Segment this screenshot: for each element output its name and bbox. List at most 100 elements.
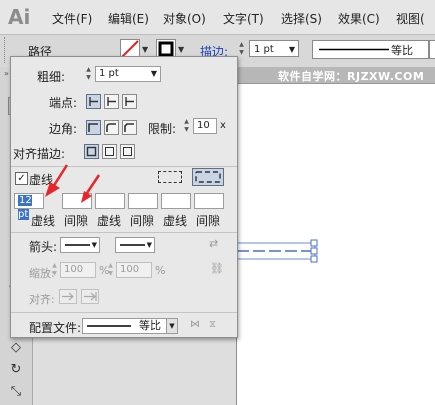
arrowheads-label: 箭头: — [29, 240, 58, 254]
profile-value: 等比 — [139, 319, 161, 332]
projecting-cap-icon — [125, 97, 134, 106]
grip-handle[interactable] — [4, 37, 7, 63]
start-arrowhead-select[interactable]: ▼ — [60, 237, 100, 253]
chevron-down-icon: ▼ — [146, 241, 152, 249]
weight-input[interactable]: 1 pt ▼ — [95, 66, 161, 82]
menu-type[interactable]: 文字(T) — [223, 10, 264, 27]
cap-label: 端点: — [49, 96, 78, 110]
weight-label: 粗细: — [37, 70, 66, 84]
collapse-toolbar-icon[interactable]: » — [4, 69, 9, 78]
profile-label: 配置文件: — [29, 321, 82, 335]
chevron-down-icon: ▼ — [91, 241, 97, 249]
menu-effect[interactable]: 效果(C) — [338, 10, 380, 27]
butt-cap-button[interactable] — [86, 94, 101, 109]
scale-start-spinner[interactable]: ▲ ▼ — [50, 262, 59, 278]
dash-2-label: 虚线 — [97, 214, 122, 228]
butt-cap-icon — [89, 97, 98, 106]
round-cap-icon — [107, 97, 116, 106]
opacity-field-edge[interactable] — [429, 40, 435, 59]
dashed-path[interactable] — [237, 239, 327, 263]
scale-tool-icon[interactable]: ⤡ — [8, 384, 24, 400]
artboard-canvas[interactable] — [236, 84, 435, 405]
bevel-join-icon — [124, 123, 134, 132]
round-cap-button[interactable] — [104, 94, 119, 109]
profile-select[interactable]: 等比 ▼ — [82, 318, 178, 334]
app-logo: Ai — [8, 5, 31, 29]
scale-start-input[interactable]: 100 — [60, 262, 96, 278]
bevel-join-button[interactable] — [122, 120, 137, 135]
arrowhead-line-icon — [120, 244, 145, 246]
stroke-dropdown-icon[interactable]: ▼ — [178, 45, 184, 54]
miter-join-icon — [88, 123, 98, 132]
menu-bar: Ai 文件(F) 编辑(E) 对象(O) 文字(T) 选择(S) 效果(C) 视… — [0, 0, 435, 35]
align-center-button[interactable] — [84, 144, 99, 159]
gap-2-input[interactable] — [128, 193, 158, 209]
gap-3-input[interactable] — [194, 193, 224, 209]
divider — [11, 312, 237, 313]
arrow-tip-beyond-icon — [62, 292, 74, 301]
dash-corners-icon — [195, 171, 221, 183]
limit-input[interactable]: 10 — [193, 118, 217, 134]
round-join-button[interactable] — [104, 120, 119, 135]
scale-end-percent: % — [155, 264, 166, 277]
eraser-tool-icon[interactable]: ◇ — [8, 340, 24, 356]
weight-spinner[interactable]: ▲ ▼ — [84, 66, 93, 82]
gap-3-label: 间隙 — [196, 214, 221, 228]
flip-across-icon[interactable]: ⧖ — [209, 319, 216, 330]
profile-line-icon — [87, 325, 131, 327]
flip-along-icon[interactable]: ⋈ — [190, 319, 200, 330]
chevron-down-icon: ▼ — [288, 45, 295, 54]
limit-label: 限制: — [148, 122, 177, 136]
limit-unit: x — [220, 120, 226, 131]
stroke-weight-spinner[interactable]: ▲ ▼ — [237, 41, 246, 57]
align-center-icon — [86, 146, 97, 157]
annotation-arrows-icon — [45, 164, 101, 203]
scale-end-spinner[interactable]: ▲ ▼ — [106, 262, 115, 278]
projecting-cap-button[interactable] — [122, 94, 137, 109]
menu-edit[interactable]: 编辑(E) — [108, 10, 149, 27]
rotate-tool-icon[interactable]: ↻ — [8, 362, 24, 378]
variable-width-profile[interactable]: 等比 — [312, 40, 429, 59]
fill-dropdown-icon[interactable]: ▼ — [142, 45, 148, 54]
preserve-dash-button[interactable] — [158, 171, 182, 183]
arrow-tip-beyond-button[interactable] — [59, 289, 77, 304]
chevron-down-icon: ▼ — [150, 69, 157, 78]
stroke-weight-value: 1 pt — [254, 44, 274, 55]
menu-object[interactable]: 对象(O) — [163, 10, 206, 27]
align-arrows-label: 对齐: — [29, 293, 55, 306]
round-join-icon — [106, 123, 116, 132]
align-dash-corners-button[interactable] — [192, 168, 224, 186]
swap-arrowheads-icon[interactable]: ⇄ — [209, 237, 218, 250]
profile-label: 等比 — [391, 44, 413, 57]
weight-value: 1 pt — [99, 68, 119, 79]
gap-1-label: 间隙 — [64, 214, 89, 228]
gap-2-label: 间隙 — [130, 214, 155, 228]
arrow-tip-at-end-icon — [84, 292, 97, 301]
align-stroke-label: 对齐描边: — [13, 147, 66, 161]
watermark: 软件自学网：RJZXW.COM — [278, 70, 425, 83]
align-inside-button[interactable] — [102, 144, 117, 159]
limit-spinner[interactable]: ▲ ▼ — [182, 118, 191, 134]
stroke-weight-input[interactable]: 1 pt ▼ — [249, 40, 299, 57]
menu-select[interactable]: 选择(S) — [281, 10, 322, 27]
dash-1-input[interactable]: 12 pt — [14, 193, 44, 220]
stroke-panel: 粗细: ▲ ▼ 1 pt ▼ 端点: 边角: 限制: ▲ ▼ 10 x 对齐描边: … — [10, 56, 238, 338]
dashed-checkbox[interactable]: ✓ — [15, 172, 28, 185]
scale-end-input[interactable]: 100 — [116, 262, 152, 278]
chevron-down-icon: ▼ — [166, 319, 177, 333]
align-outside-icon — [123, 147, 132, 156]
arrow-tip-at-end-button[interactable] — [81, 289, 99, 304]
align-inside-icon — [105, 147, 114, 156]
dash-3-label: 虚线 — [163, 214, 188, 228]
miter-join-button[interactable] — [86, 120, 101, 135]
link-scale-icon[interactable]: ⛓ — [210, 262, 224, 275]
menu-file[interactable]: 文件(F) — [52, 10, 92, 27]
divider — [11, 232, 237, 233]
align-outside-button[interactable] — [120, 144, 135, 159]
menu-view[interactable]: 视图( — [396, 10, 425, 27]
dash-3-input[interactable] — [161, 193, 191, 209]
dash-1-label: 虚线 — [31, 214, 56, 228]
end-arrowhead-select[interactable]: ▼ — [115, 237, 155, 253]
arrowhead-line-icon — [65, 244, 90, 246]
profile-line-icon — [319, 48, 389, 51]
